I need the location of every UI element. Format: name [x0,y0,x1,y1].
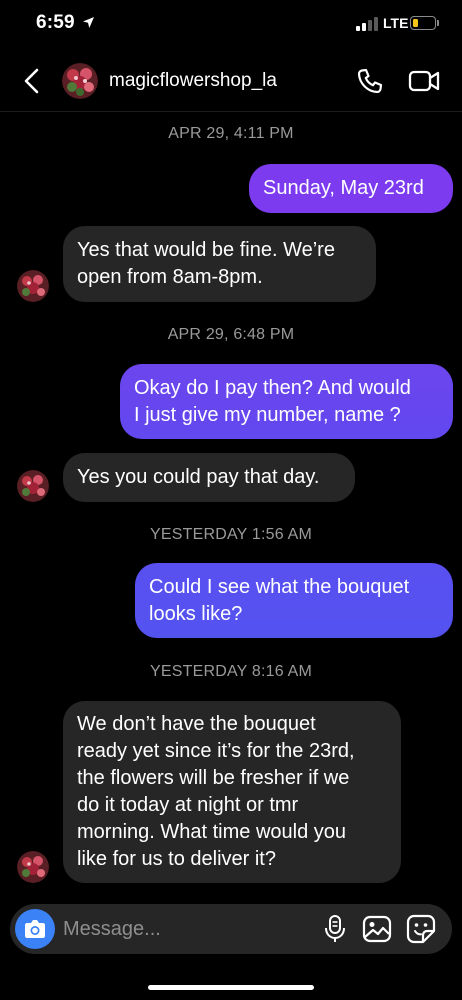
message-text: the flowers will be fresher if we [77,767,350,789]
message-text: Yes that would be fine. We’re [77,239,335,261]
timestamp: YESTERDAY 8:16 AM [150,663,312,680]
status-bar: 6:59 LTE [0,0,462,50]
message-composer [10,904,452,954]
contact-name[interactable]: magicflowershop_la [109,70,277,92]
network-label: LTE [383,15,409,31]
location-arrow-icon [83,17,94,28]
status-time: 6:59 [36,12,75,33]
message-bubble-incoming[interactable]: Yes you could pay that day. [63,453,355,502]
message-text: I just give my number, name ? [134,404,401,426]
timestamp: APR 29, 4:11 PM [168,125,294,142]
phone-icon[interactable] [356,67,384,95]
timestamp: APR 29, 6:48 PM [167,326,295,343]
message-bubble-outgoing[interactable]: Sunday, May 23rd [249,164,453,213]
timestamp: YESTERDAY 1:56 AM [150,526,312,543]
message-input[interactable] [63,904,313,954]
message-text: Could I see what the bouquet [149,576,410,598]
message-text: like for us to deliver it? [77,848,276,870]
avatar[interactable] [17,470,49,502]
battery-level [413,19,418,27]
home-indicator[interactable] [148,985,314,990]
sticker-icon[interactable] [406,914,436,944]
battery-cap [437,20,439,26]
chevron-left-icon[interactable] [18,66,46,96]
message-text: do it today at night or tmr [77,794,299,816]
message-bubble-outgoing[interactable]: Could I see what the bouquet looks like? [135,563,453,638]
message-text: looks like? [149,603,243,625]
avatar[interactable] [62,63,98,99]
message-text: Sunday, May 23rd [263,177,424,199]
message-text: morning. What time would you [77,821,347,843]
camera-button[interactable] [15,909,55,949]
video-camera-icon[interactable] [408,68,440,94]
message-bubble-incoming[interactable]: We don’t have the bouquet ready yet sinc… [63,701,401,883]
message-bubble-outgoing[interactable]: Okay do I pay then? And would I just giv… [120,364,453,439]
microphone-icon[interactable] [323,914,347,944]
message-text: open from 8am-8pm. [77,266,263,288]
message-text: We don’t have the bouquet [77,713,316,735]
avatar[interactable] [17,851,49,883]
message-text: Okay do I pay then? And would [134,377,411,399]
message-text: Yes you could pay that day. [77,466,320,488]
image-gallery-icon[interactable] [362,915,392,943]
avatar[interactable] [17,270,49,302]
camera-icon [25,920,45,938]
message-bubble-incoming[interactable]: Yes that would be fine. We’re open from … [63,226,376,302]
chat-header: magicflowershop_la [0,50,462,112]
message-text: ready yet since it’s for the 23rd, [77,740,355,762]
battery-icon [410,16,436,30]
cellular-signal-icon [356,17,378,31]
